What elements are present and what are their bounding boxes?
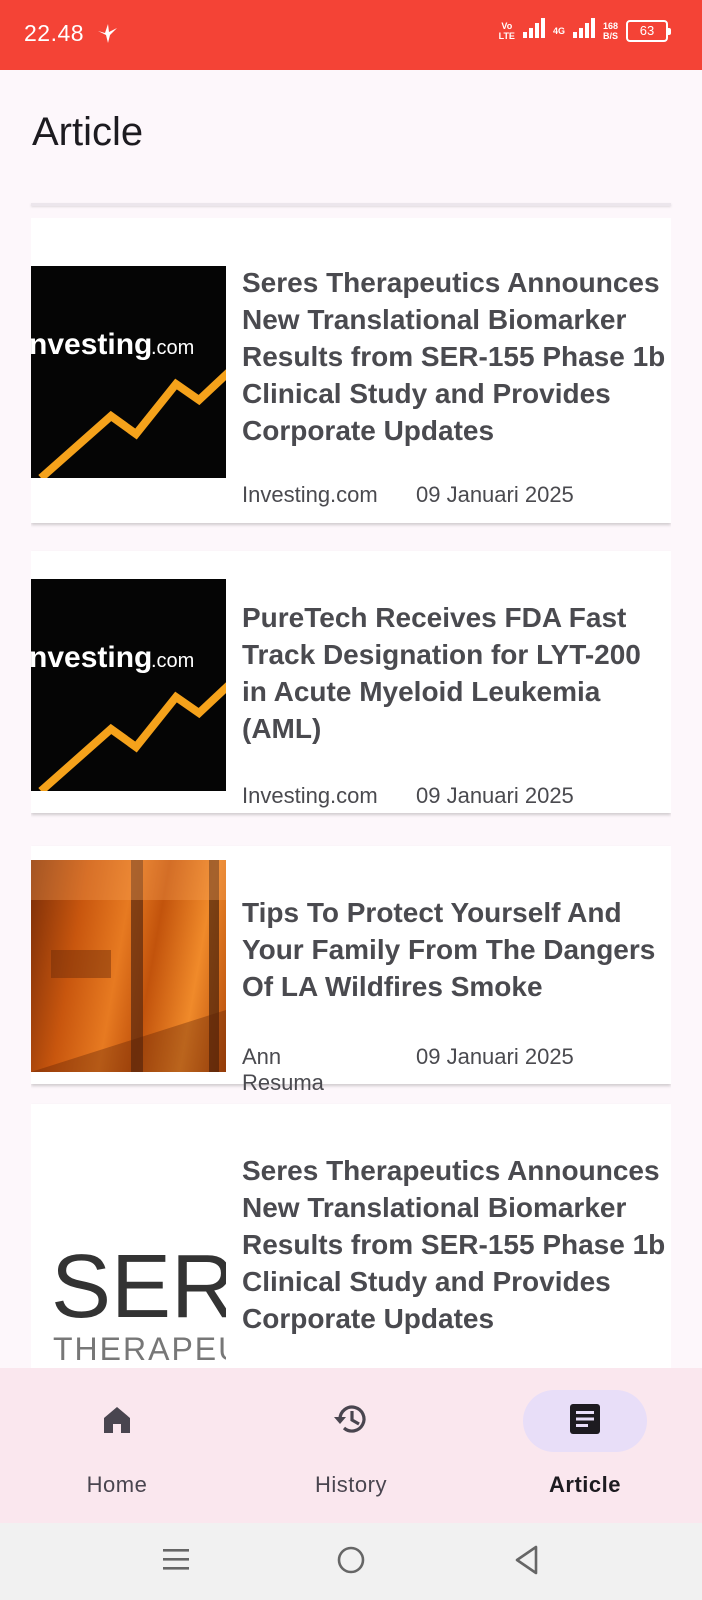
nav-pill-active[interactable] <box>523 1390 647 1452</box>
nav-item-history[interactable]: History <box>234 1368 468 1523</box>
article-icon <box>567 1401 603 1442</box>
article-thumbnail: nvesting .com <box>31 579 226 791</box>
svg-text:SERI: SERI <box>51 1237 226 1337</box>
nav-pill[interactable] <box>289 1390 413 1452</box>
article-source: Investing.com <box>242 482 378 507</box>
network-speed: 168 B/S <box>602 20 618 41</box>
menu-icon[interactable] <box>162 1543 190 1582</box>
system-navigation-bar <box>0 1523 702 1600</box>
nav-pill[interactable] <box>55 1390 179 1452</box>
history-icon <box>331 1399 371 1444</box>
article-title[interactable]: PureTech Receives FDA Fast Track Designa… <box>242 599 671 749</box>
page-title: Article <box>32 110 144 154</box>
signal-icon <box>522 18 545 43</box>
article-source: Ann Resuma <box>242 1044 324 1095</box>
svg-text:nvesting: nvesting <box>31 641 152 674</box>
article-thumbnail: SERI THERAPEU <box>31 1152 226 1364</box>
article-thumbnail <box>31 860 226 1072</box>
article-title[interactable]: Seres Therapeutics Announces New Transla… <box>242 264 671 449</box>
article-card[interactable]: SERI THERAPEU Seres Therapeutics Announc… <box>31 1104 671 1368</box>
svg-text:.com: .com <box>151 650 194 672</box>
home-icon <box>100 1402 134 1441</box>
article-card[interactable]: nvesting .com PureTech Receives FDA Fast… <box>31 551 671 813</box>
bird-notification-icon <box>96 22 118 49</box>
article-title[interactable]: Tips To Protect Yourself And Your Family… <box>242 894 671 1009</box>
article-date: 09 Januari 2025 <box>416 482 574 507</box>
svg-text:nvesting: nvesting <box>31 328 152 361</box>
article-thumbnail: nvesting .com <box>31 266 226 478</box>
article-date: 09 Januari 2025 <box>416 783 574 808</box>
article-title[interactable]: Seres Therapeutics Announces New Transla… <box>242 1152 671 1337</box>
status-indicators: Vo LTE 4G 168 B/S 63 <box>498 18 671 43</box>
nav-label: History <box>315 1472 387 1497</box>
network-4g-label: 4G <box>552 25 565 36</box>
status-bar: 22.48 Vo LTE 4G 168 B/S 63 <box>0 0 702 70</box>
bottom-navigation: Home History Article <box>0 1368 702 1523</box>
nav-item-home[interactable]: Home <box>0 1368 234 1523</box>
svg-text:.com: .com <box>151 337 194 359</box>
volte-label: Vo LTE <box>498 20 515 41</box>
article-date: 09 Januari 2025 <box>416 1044 574 1069</box>
article-list[interactable]: nvesting .com Seres Therapeutics Announc… <box>31 218 671 1368</box>
article-source: Investing.com <box>242 783 378 808</box>
article-card[interactable]: nvesting .com Seres Therapeutics Announc… <box>31 218 671 523</box>
article-card[interactable]: Tips To Protect Yourself And Your Family… <box>31 846 671 1095</box>
status-time: 22.48 <box>24 20 85 46</box>
nav-label: Article <box>549 1472 621 1497</box>
signal-icon-2 <box>572 18 595 43</box>
back-icon[interactable] <box>513 1543 541 1582</box>
nav-item-article[interactable]: Article <box>468 1368 702 1523</box>
nav-label: Home <box>86 1472 148 1497</box>
battery-icon: 63 <box>626 19 671 42</box>
svg-text:THERAPEU: THERAPEU <box>53 1331 226 1364</box>
home-circle-icon[interactable] <box>336 1543 366 1582</box>
divider <box>31 203 671 206</box>
